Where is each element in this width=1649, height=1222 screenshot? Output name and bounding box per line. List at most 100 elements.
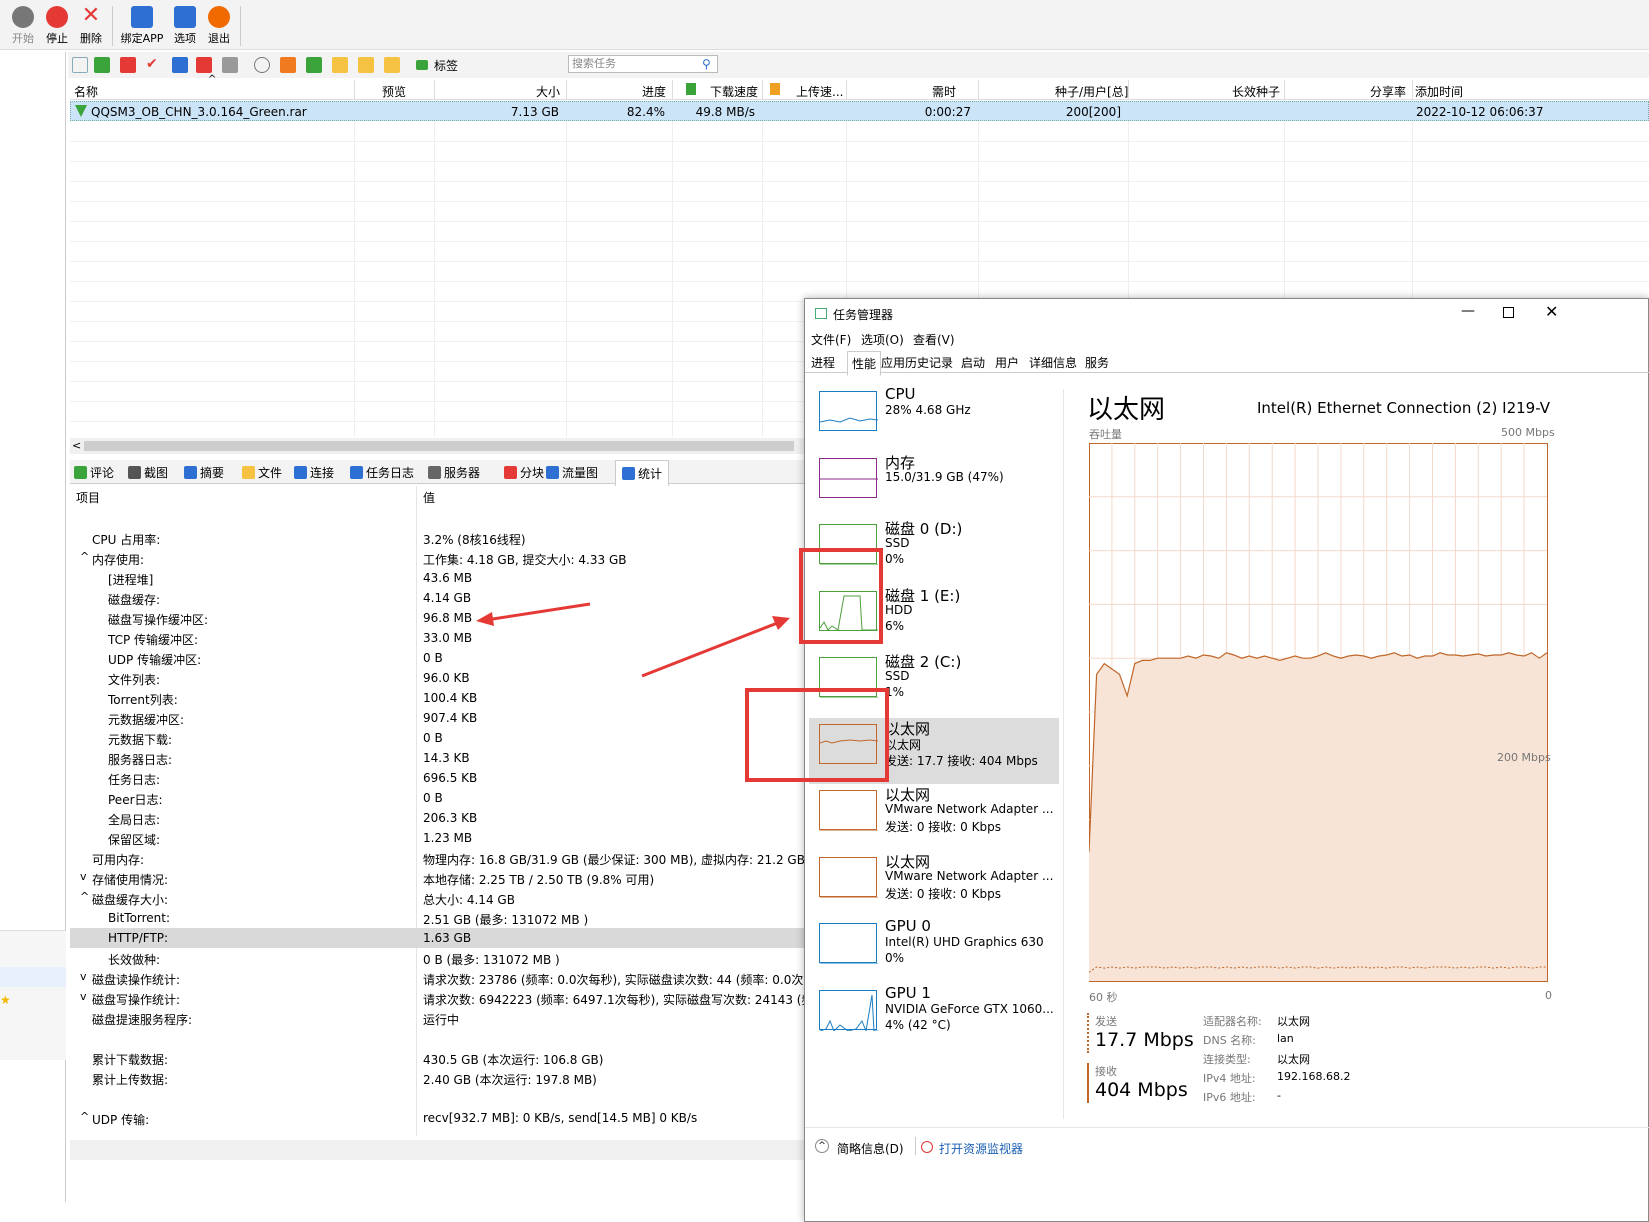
tm-tab-6[interactable]: 服务: [1085, 354, 1109, 371]
column-header[interactable]: 上传速...: [796, 83, 843, 100]
delete-button[interactable]: ✕ 删除: [74, 5, 108, 46]
stop-button[interactable]: 停止: [40, 6, 74, 46]
stats-row[interactable]: 可用内存: 物理内存: 16.8 GB/31.9 GB (最少保证: 300 MB…: [70, 848, 810, 868]
stats-row[interactable]: Peer日志: 0 B: [70, 788, 810, 808]
stats-hscroll[interactable]: [70, 1140, 810, 1160]
column-header[interactable]: 预览: [382, 83, 406, 100]
perf-item[interactable]: CPU 28% 4.68 GHz: [809, 385, 1059, 451]
column-header[interactable]: 下载速度: [710, 83, 758, 100]
stats-row[interactable]: 任务日志: 696.5 KB: [70, 768, 810, 788]
perf-item[interactable]: 以太网 VMware Network Adapter ... 发送: 0 接收: 0…: [809, 784, 1059, 850]
new-task-icon[interactable]: [72, 57, 88, 73]
tags-button[interactable]: 标签: [434, 57, 458, 74]
tab-统计[interactable]: 统计: [615, 460, 670, 486]
tm-tab-2[interactable]: 应用历史记录: [881, 354, 953, 371]
stats-row[interactable]: 全局日志: 206.3 KB: [70, 808, 810, 828]
stats-row[interactable]: [进程堆] 43.6 MB: [70, 568, 810, 588]
perf-item[interactable]: GPU 0 Intel(R) UHD Graphics 630 0%: [809, 917, 1059, 983]
tab-摘要[interactable]: 摘要: [184, 464, 224, 481]
column-header[interactable]: 种子/用户[总]: [1055, 83, 1128, 100]
collapse-chevron-icon[interactable]: ^: [80, 1110, 89, 1123]
stats-row[interactable]: v 存储使用情况: 本地存储: 2.25 TB / 2.50 TB (9.8% 可用…: [70, 868, 810, 888]
maximize-button[interactable]: [1503, 307, 1514, 318]
exit-button[interactable]: 退出: [202, 6, 236, 46]
tm-tab-3[interactable]: 启动: [961, 354, 985, 371]
tm-tab-5[interactable]: 详细信息: [1029, 354, 1077, 371]
stats-row[interactable]: [70, 1088, 810, 1108]
stats-row[interactable]: v 磁盘读操作统计: 请求次数: 23786 (频率: 0.0次每秒), 实际磁盘读…: [70, 968, 810, 988]
bolt-icon[interactable]: [358, 57, 374, 73]
collapse-chevron-icon[interactable]: ^: [80, 550, 89, 563]
import-icon[interactable]: [280, 57, 296, 73]
stats-row[interactable]: 保留区域: 1.23 MB: [70, 828, 810, 848]
start-button[interactable]: 开始: [6, 6, 40, 46]
scroll-thumb[interactable]: [84, 441, 794, 451]
stats-row[interactable]: 元数据下载: 0 B: [70, 728, 810, 748]
options-button[interactable]: 选项: [168, 6, 202, 46]
stats-row[interactable]: HTTP/FTP: 1.63 GB: [70, 928, 810, 948]
bind-app-button[interactable]: 绑定APP: [118, 6, 166, 46]
stats-row[interactable]: [70, 1028, 810, 1048]
tab-截图[interactable]: 截图: [128, 464, 168, 481]
close-button[interactable]: ✕: [1545, 302, 1558, 321]
note-icon[interactable]: [384, 57, 400, 73]
tm-tab-4[interactable]: 用户: [995, 354, 1019, 371]
menu-item[interactable]: 文件(F): [811, 331, 851, 348]
menu-item[interactable]: 查看(V): [913, 331, 955, 348]
column-header[interactable]: 长效种子: [1232, 83, 1280, 100]
move-down-icon[interactable]: [222, 57, 238, 73]
tm-tab-1[interactable]: 性能: [847, 351, 882, 376]
search-input[interactable]: 搜索任务: [568, 55, 718, 73]
upload-icon[interactable]: [120, 57, 136, 73]
tab-任务日志[interactable]: 任务日志: [350, 464, 414, 481]
tab-服务器[interactable]: 服务器: [428, 464, 480, 481]
perf-item[interactable]: 以太网 VMware Network Adapter ... 发送: 0 接收: 0…: [809, 851, 1059, 917]
stats-row[interactable]: 累计上传数据: 2.40 GB (本次运行: 197.8 MB): [70, 1068, 810, 1088]
perf-item[interactable]: GPU 1 NVIDIA GeForce GTX 1060... 4% (42 °C…: [809, 984, 1059, 1050]
timer-icon[interactable]: [254, 57, 270, 73]
tab-评论[interactable]: 评论: [74, 464, 114, 481]
folder-icon[interactable]: [332, 57, 348, 73]
tab-分块[interactable]: 分块: [504, 464, 544, 481]
stats-row[interactable]: BitTorrent: 2.51 GB (最多: 131072 MB ): [70, 908, 810, 928]
collapse-chevron-icon[interactable]: ^: [80, 890, 89, 903]
stats-row[interactable]: 服务器日志: 14.3 KB: [70, 748, 810, 768]
search-icon[interactable]: ⚲: [702, 57, 711, 71]
tab-连接[interactable]: 连接: [294, 464, 334, 481]
fewer-details-button[interactable]: 简略信息(D): [837, 1140, 904, 1157]
stats-row[interactable]: 元数据缓冲区: 907.4 KB: [70, 708, 810, 728]
check-icon[interactable]: ✔: [146, 57, 162, 73]
column-header[interactable]: 需时: [932, 83, 956, 100]
export-icon[interactable]: [306, 57, 322, 73]
stats-row[interactable]: v 磁盘写操作统计: 请求次数: 6942223 (频率: 6497.1次每秒), …: [70, 988, 810, 1008]
horizontal-scrollbar[interactable]: <: [70, 438, 810, 454]
tab-流量图[interactable]: 流量图: [546, 464, 598, 481]
scroll-left-icon[interactable]: <: [72, 439, 81, 452]
column-header[interactable]: 分享率: [1370, 83, 1406, 100]
column-header[interactable]: 添加时间: [1415, 83, 1463, 100]
table-row[interactable]: QQSM3_OB_CHN_3.0.164_Green.rar 7.13 GB 82.…: [70, 101, 1649, 121]
list-item[interactable]: [0, 967, 66, 987]
column-header[interactable]: 大小: [536, 83, 560, 100]
column-header[interactable]: 进度: [642, 83, 666, 100]
move-up-icon[interactable]: [196, 57, 212, 73]
tab-文件[interactable]: 文件: [242, 464, 282, 481]
expand-chevron-icon[interactable]: v: [80, 990, 87, 1003]
column-header[interactable]: 名称: [74, 83, 98, 100]
menu-item[interactable]: 选项(O): [861, 331, 904, 348]
stats-row[interactable]: 磁盘提速服务程序: 运行中: [70, 1008, 810, 1028]
stats-row[interactable]: 累计下载数据: 430.5 GB (本次运行: 106.8 GB): [70, 1048, 810, 1068]
minimize-button[interactable]: —: [1461, 303, 1475, 319]
expand-chevron-icon[interactable]: v: [80, 870, 87, 883]
tm-tab-0[interactable]: 进程: [811, 354, 835, 371]
perf-item[interactable]: 内存 15.0/31.9 GB (47%): [809, 452, 1059, 518]
open-resource-monitor-link[interactable]: 打开资源监视器: [939, 1140, 1023, 1157]
stats-row[interactable]: CPU 占用率: 3.2% (8核16线程): [70, 528, 810, 548]
expand-chevron-icon[interactable]: v: [80, 970, 87, 983]
stats-row[interactable]: ^ 磁盘缓存大小: 总大小: 4.14 GB: [70, 888, 810, 908]
stats-row[interactable]: ^ UDP 传输: recv[932.7 MB]: 0 KB/s, send[14.…: [70, 1108, 810, 1128]
queue-icon[interactable]: [172, 57, 188, 73]
stats-row[interactable]: ^ 内存使用: 工作集: 4.18 GB, 提交大小: 4.33 GB: [70, 548, 810, 568]
collapse-icon[interactable]: ^: [815, 1139, 829, 1153]
download-icon[interactable]: [94, 57, 110, 73]
